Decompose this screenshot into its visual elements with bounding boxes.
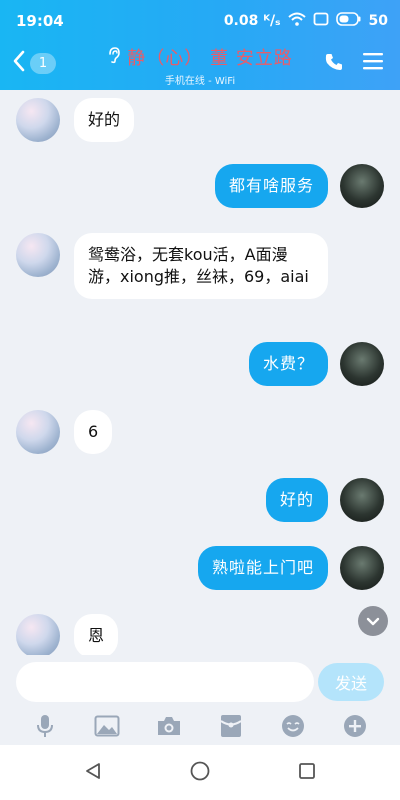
chevron-left-icon xyxy=(12,50,26,76)
input-toolbar xyxy=(0,709,400,743)
incoming-message-bubble[interactable]: 6 xyxy=(74,410,113,454)
chat-title: 静（心） 董 安立路 xyxy=(80,44,320,70)
input-bar: 发送 xyxy=(0,655,400,745)
network-speed: 0.08 ᴷ/ₛ xyxy=(223,13,281,29)
chevron-down-icon xyxy=(366,612,380,631)
call-button[interactable] xyxy=(324,52,344,76)
outgoing-message-bubble[interactable]: 好的 xyxy=(265,478,328,522)
microphone-icon[interactable] xyxy=(30,711,60,741)
outgoing-message-bubble[interactable]: 都有啥服务 xyxy=(214,164,328,208)
incoming-message-bubble[interactable]: 恩 xyxy=(74,614,119,655)
contact-avatar[interactable] xyxy=(16,233,60,277)
incoming-message-bubble[interactable]: 好的 xyxy=(74,98,135,142)
outgoing-message-bubble[interactable]: 水费？ xyxy=(248,342,328,386)
square-recents-icon xyxy=(298,762,316,784)
header: 19:04 0.08 ᴷ/ₛ 50 1 静（心） 董 安立路 手机在线 - Wi… xyxy=(0,0,400,90)
hamburger-menu-icon xyxy=(362,53,384,75)
triangle-back-icon xyxy=(84,762,102,784)
chat-title-area[interactable]: 静（心） 董 安立路 手机在线 - WiFi xyxy=(80,44,320,87)
incoming-message-bubble[interactable]: 鸳鸯浴，无套kou活，A面漫游，xiong推，丝袜，69，aiai xyxy=(74,233,328,299)
my-avatar[interactable] xyxy=(340,478,384,522)
ear-icon xyxy=(107,46,121,69)
status-icons: 0.08 ᴷ/ₛ 50 xyxy=(224,12,388,30)
circle-home-icon xyxy=(190,761,210,785)
menu-button[interactable] xyxy=(362,51,384,75)
phone-icon xyxy=(324,54,344,76)
message-input[interactable] xyxy=(16,662,314,702)
wifi-icon xyxy=(287,12,306,30)
my-avatar[interactable] xyxy=(340,164,384,208)
red-packet-icon[interactable] xyxy=(216,711,246,741)
nav-back-button[interactable] xyxy=(73,753,113,793)
status-bar: 19:04 0.08 ᴷ/ₛ 50 xyxy=(0,0,400,40)
contact-avatar[interactable] xyxy=(16,410,60,454)
emoji-icon[interactable] xyxy=(278,711,308,741)
chat-message-list[interactable]: 好的 都有啥服务 鸳鸯浴，无套kou活，A面漫游，xiong推，丝袜，69，ai… xyxy=(0,90,400,655)
image-icon[interactable] xyxy=(92,711,122,741)
system-navigation-bar xyxy=(0,745,400,800)
online-status: 手机在线 - WiFi xyxy=(164,76,236,87)
chat-title-text: 静（心） 董 安立路 xyxy=(127,48,293,69)
outgoing-message-bubble[interactable]: 熟啦能上门吧 xyxy=(197,546,328,590)
my-avatar[interactable] xyxy=(340,546,384,590)
contact-avatar[interactable] xyxy=(16,614,60,655)
unread-badge: 1 xyxy=(30,52,56,74)
screen-icon xyxy=(313,12,329,30)
battery-icon xyxy=(335,12,362,30)
battery-level: 50 xyxy=(368,13,388,29)
camera-icon[interactable] xyxy=(154,711,184,741)
send-button[interactable]: 发送 xyxy=(318,663,384,701)
my-avatar[interactable] xyxy=(340,342,384,386)
title-bar: 1 静（心） 董 安立路 手机在线 - WiFi xyxy=(0,40,400,90)
nav-home-button[interactable] xyxy=(180,753,220,793)
contact-avatar[interactable] xyxy=(16,98,60,142)
plus-icon[interactable] xyxy=(340,711,370,741)
status-time: 19:04 xyxy=(16,12,64,30)
scroll-to-bottom-button[interactable] xyxy=(358,606,388,636)
back-button[interactable]: 1 xyxy=(12,50,56,76)
nav-recents-button[interactable] xyxy=(287,753,327,793)
